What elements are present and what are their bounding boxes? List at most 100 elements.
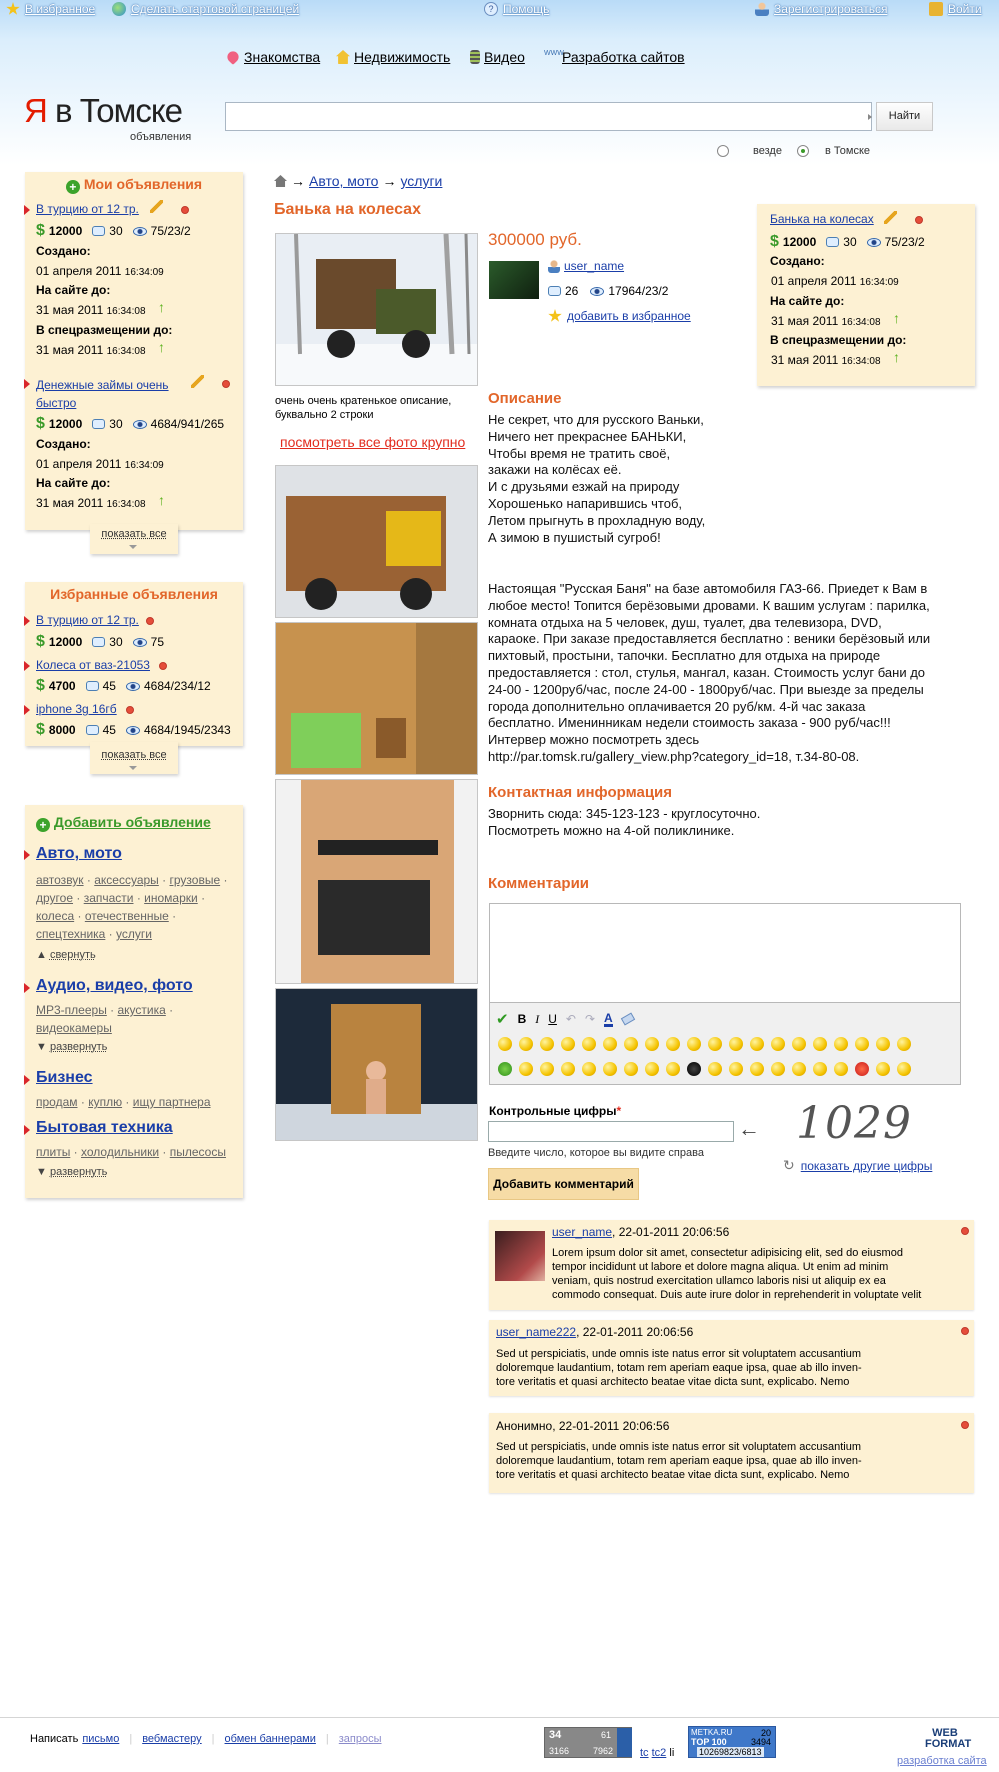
sub-link[interactable]: автозвук (36, 873, 84, 887)
smiley-icon[interactable] (645, 1062, 659, 1076)
my-ad-2-link[interactable]: Денежные займы очень быстро (36, 376, 186, 412)
fav-ad-2-link[interactable]: Колеса от ваз-21053 (36, 658, 150, 672)
add-to-favorites[interactable]: добавить в избранное (548, 309, 691, 323)
smiley-icon[interactable] (876, 1062, 890, 1076)
redo-icon[interactable]: ↷ (585, 1012, 595, 1026)
footer-webmaster-link[interactable]: вебмастеру (142, 1733, 201, 1745)
search-dropdown-icon[interactable] (868, 114, 872, 120)
refresh-icon[interactable]: ↻ (783, 1157, 795, 1174)
delete-icon[interactable] (222, 380, 230, 388)
metrika-counter[interactable]: METKA.RU 20 TOP 100 3494 10269823/6813 (688, 1726, 776, 1758)
smiley-icon[interactable] (666, 1062, 680, 1076)
add-ad-link[interactable]: + Добавить объявление (36, 814, 211, 832)
category-web-dev[interactable]: WWW Разработка сайтов (544, 49, 685, 65)
underline-button[interactable]: U (548, 1012, 557, 1026)
summary-title-link[interactable]: Банька на колесах (770, 212, 874, 226)
photo-thumb[interactable] (275, 622, 478, 775)
add-comment-button[interactable]: Добавить комментарий (488, 1168, 639, 1200)
search-input[interactable] (225, 102, 872, 131)
breadcrumb-services[interactable]: услуги (400, 173, 442, 189)
smiley-icon[interactable] (624, 1062, 638, 1076)
sub-link[interactable]: аксессуары (94, 873, 159, 887)
user-avatar[interactable] (489, 261, 539, 299)
edit-icon[interactable] (150, 200, 163, 213)
sub-link[interactable]: акустика (118, 1003, 166, 1017)
see-all-photos-link[interactable]: посмотреть все фото крупно (280, 434, 465, 450)
homepage-link[interactable]: Сделать стартовой страницей (112, 2, 299, 16)
site-dev-link[interactable]: разработка сайта (897, 1755, 987, 1767)
captcha-input[interactable] (488, 1121, 734, 1142)
smiley-icon[interactable] (540, 1037, 554, 1051)
help-link[interactable]: ? Помощь (484, 2, 549, 16)
favorites-link[interactable]: В избранное (6, 2, 95, 16)
delete-icon[interactable] (915, 216, 923, 224)
breadcrumb-auto[interactable]: Авто, мото (309, 173, 378, 189)
smiley-icon[interactable] (498, 1062, 512, 1076)
smiley-icon[interactable] (645, 1037, 659, 1051)
sub-link[interactable]: колеса (36, 909, 74, 923)
captcha-refresh[interactable]: ↻ показать другие цифры (783, 1157, 932, 1174)
smiley-icon[interactable] (708, 1062, 722, 1076)
fav-ad-3-link[interactable]: iphone 3g 16гб (36, 702, 117, 716)
delete-icon[interactable] (146, 617, 154, 625)
footer-requests-link[interactable]: запросы (339, 1733, 382, 1745)
comment-avatar[interactable] (495, 1231, 545, 1281)
section-business[interactable]: Бизнес (36, 1069, 93, 1087)
smiley-icon[interactable] (561, 1037, 575, 1051)
smiley-icon[interactable] (729, 1037, 743, 1051)
my-ad-1-link[interactable]: В турцию от 12 тр. (36, 202, 139, 216)
expand-toggle[interactable]: ▼ развернуть (36, 1041, 107, 1053)
radio-off-icon[interactable] (717, 145, 729, 157)
photo-thumb[interactable] (275, 988, 478, 1141)
sub-link[interactable]: услуги (116, 927, 152, 941)
undo-icon[interactable]: ↶ (566, 1012, 576, 1026)
footer-banners-link[interactable]: обмен баннерами (225, 1733, 316, 1745)
delete-comment-icon[interactable] (961, 1227, 969, 1235)
smiley-icon[interactable] (834, 1062, 848, 1076)
smiley-icon[interactable] (792, 1062, 806, 1076)
photo-thumb[interactable] (275, 465, 478, 618)
footer-letter-link[interactable]: письмо (82, 1733, 119, 1745)
delete-icon[interactable] (159, 662, 167, 670)
sub-link[interactable]: спецтехника (36, 927, 105, 941)
check-icon[interactable]: ✔ (496, 1010, 509, 1028)
raise-up-icon[interactable]: ↑ (158, 339, 165, 355)
bold-button[interactable]: B (518, 1012, 527, 1026)
webformat-logo[interactable]: WEB FORMAT (925, 1728, 971, 1750)
smiley-icon[interactable] (603, 1037, 617, 1051)
sub-link[interactable]: MP3-плееры (36, 1003, 107, 1017)
smiley-icon[interactable] (708, 1037, 722, 1051)
sub-link[interactable]: продам (36, 1095, 78, 1109)
show-all-fav-ads[interactable]: показать все (90, 749, 178, 761)
search-button[interactable]: Найти (876, 102, 933, 131)
smiley-icon[interactable] (897, 1037, 911, 1051)
radio-on-icon[interactable] (797, 145, 809, 157)
smiley-icon[interactable] (498, 1037, 512, 1051)
smiley-icon[interactable] (771, 1062, 785, 1076)
comment-textarea[interactable] (489, 903, 961, 1003)
smiley-icon[interactable] (876, 1037, 890, 1051)
category-video[interactable]: Видео (470, 49, 525, 65)
raise-up-icon[interactable]: ↑ (158, 299, 165, 315)
user-link[interactable]: user_name (548, 259, 624, 273)
smiley-icon[interactable] (582, 1062, 596, 1076)
home-icon[interactable] (274, 175, 287, 187)
smiley-icon[interactable] (519, 1062, 533, 1076)
italic-button[interactable]: I (535, 1012, 539, 1027)
smiley-icon[interactable] (897, 1062, 911, 1076)
login-link[interactable]: Войти (929, 2, 982, 16)
smiley-icon[interactable] (855, 1037, 869, 1051)
section-auto[interactable]: Авто, мото (36, 845, 122, 863)
sub-link[interactable]: другое (36, 891, 73, 905)
sub-link[interactable]: видеокамеры (36, 1021, 112, 1035)
smiley-icon[interactable] (603, 1062, 617, 1076)
sub-link[interactable]: запчасти (84, 891, 134, 905)
sub-link[interactable]: иномарки (144, 891, 198, 905)
main-photo[interactable] (275, 233, 478, 386)
smiley-icon[interactable] (813, 1037, 827, 1051)
eraser-icon[interactable] (620, 1012, 635, 1026)
category-dating[interactable]: Знакомства (225, 49, 320, 65)
sub-link[interactable]: ищу партнера (133, 1095, 211, 1109)
raise-up-icon[interactable]: ↑ (893, 310, 900, 326)
sub-link[interactable]: грузовые (169, 873, 220, 887)
